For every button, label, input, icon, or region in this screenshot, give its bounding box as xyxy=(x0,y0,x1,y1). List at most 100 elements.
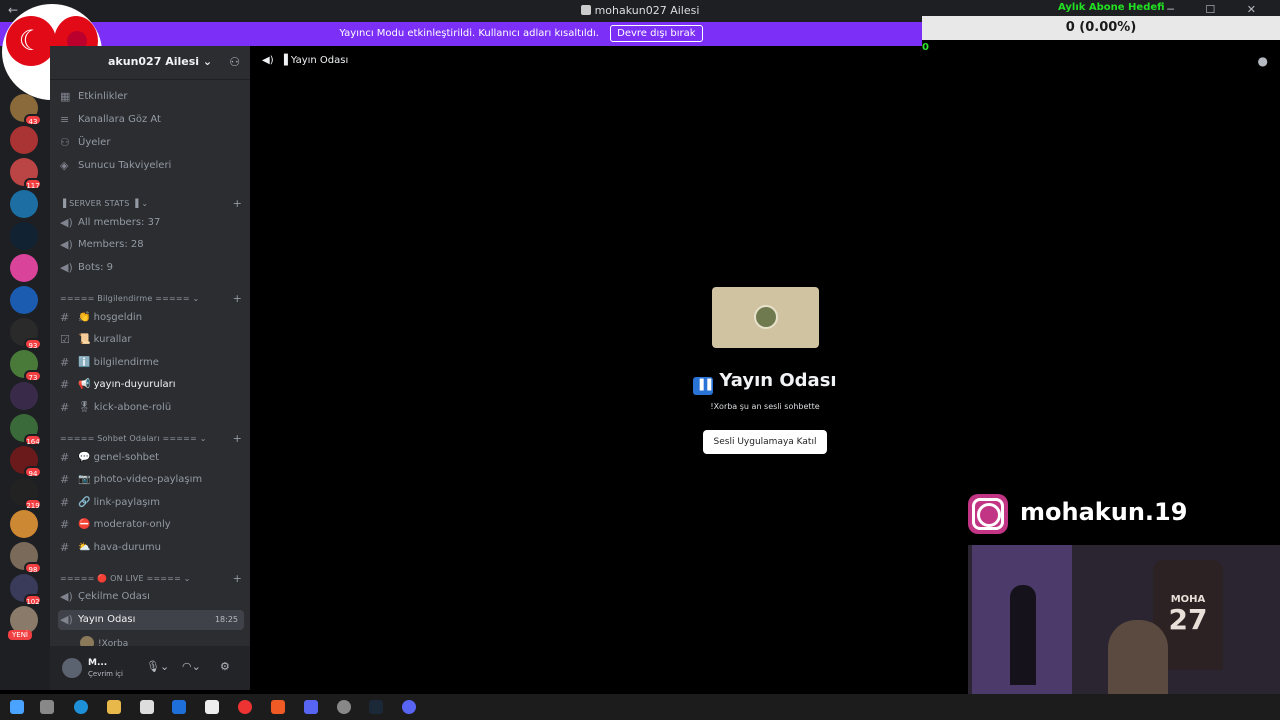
nav-members[interactable]: ⚇ Üyeler xyxy=(58,133,244,153)
task-view-icon[interactable] xyxy=(40,700,54,714)
server-icon[interactable] xyxy=(10,222,38,250)
server-icon[interactable]: 117 xyxy=(10,158,42,190)
mention-badge: 93 xyxy=(24,338,42,350)
channel-label: 📢 yayın-duyuruları xyxy=(78,379,176,390)
hashtag-icon: # xyxy=(60,496,70,509)
voice-channel-members[interactable]: ◀) Members: 28 xyxy=(58,235,244,255)
store-icon[interactable] xyxy=(140,700,154,714)
server-icon[interactable]: 94 xyxy=(10,446,42,478)
voice-channel-all-members[interactable]: ◀) All members: 37 xyxy=(58,213,244,233)
folder-icon[interactable] xyxy=(107,700,121,714)
speaker-icon: ◀) xyxy=(60,238,73,251)
text-channel-announcements[interactable]: # 📢 yayın-duyuruları xyxy=(58,375,244,395)
server-name-header[interactable]: akun027 Ailesi ⌄ ⚇ xyxy=(50,46,250,80)
text-channel-links[interactable]: # 🔗 link-paylaşım xyxy=(58,493,244,513)
server-icon[interactable] xyxy=(10,254,38,282)
mention-badge: 43 xyxy=(24,114,42,126)
jersey-number: 27 xyxy=(1168,603,1208,636)
nav-label: Sunucu Takviyeleri xyxy=(78,160,172,171)
server-icon[interactable] xyxy=(10,286,38,314)
discord-icon[interactable] xyxy=(304,700,318,714)
hashtag-icon: # xyxy=(60,311,70,324)
hashtag-icon: # xyxy=(60,473,70,486)
server-icon[interactable] xyxy=(10,382,38,410)
text-channel-general[interactable]: # 💬 genel-sohbet xyxy=(58,448,244,468)
avatar[interactable] xyxy=(62,658,82,678)
channel-label: 🔗 link-paylaşım xyxy=(78,497,160,508)
server-icon[interactable] xyxy=(10,126,38,154)
speaker-icon: ◀) xyxy=(60,613,73,626)
text-channel-moderators[interactable]: # ⛔ moderator-only xyxy=(58,515,244,535)
server-icon[interactable]: 43 xyxy=(10,94,42,126)
start-icon[interactable] xyxy=(10,700,24,714)
speaker-icon: ◀) xyxy=(262,55,274,66)
disable-streamer-mode-button[interactable]: Devre dışı bırak xyxy=(610,25,703,42)
add-channel-icon[interactable]: + xyxy=(233,572,242,585)
subscriber-goal-bar: 0 (0.00%) xyxy=(922,16,1280,40)
category-live[interactable]: ===== 🔴 ON LIVE ===== ⌄ + xyxy=(60,572,242,585)
mention-badge: 102 xyxy=(24,594,42,606)
text-channel-rules[interactable]: ☑ 📜 kurallar xyxy=(58,330,244,350)
text-channel-kick-role[interactable]: # 🎖 kick-abone-rolü xyxy=(58,398,244,418)
text-channel-welcome[interactable]: # 👏 hoşgeldin xyxy=(58,308,244,328)
subscriber-goal-title: Aylık Abone Hedefi xyxy=(1058,2,1165,13)
window-controls[interactable]: ─ ☐ ✕ xyxy=(1167,3,1270,16)
server-icon[interactable]: 102 xyxy=(10,574,42,606)
server-icon[interactable]: 164 xyxy=(10,414,42,446)
category-label: ===== Sohbet Odaları ===== xyxy=(60,434,197,443)
username: M... xyxy=(88,658,108,668)
headphones-icon[interactable]: ◠⌄ xyxy=(182,660,201,673)
add-channel-icon[interactable]: + xyxy=(233,432,242,445)
channel-label: ℹ️ bilgilendirme xyxy=(78,357,159,368)
server-icon[interactable] xyxy=(10,510,38,538)
mention-badge: 98 xyxy=(24,562,42,574)
browse-icon: ≡ xyxy=(60,113,70,126)
brave-icon[interactable] xyxy=(271,700,285,714)
nav-events[interactable]: ▦ Etkinlikler xyxy=(58,87,244,107)
server-icon[interactable]: 73 xyxy=(10,350,42,382)
join-voice-button[interactable]: Sesli Uygulamaya Katıl xyxy=(703,430,827,454)
channel-label: 🎖 kick-abone-rolü xyxy=(78,402,172,413)
edge-icon[interactable] xyxy=(74,700,88,714)
voice-channel-bots[interactable]: ◀) Bots: 9 xyxy=(58,258,244,278)
category-server-stats[interactable]: ▐ SERVER STATS ▐ ⌄ + xyxy=(60,197,242,210)
nav-browse-channels[interactable]: ≡ Kanallara Göz At xyxy=(58,110,244,130)
mail-icon[interactable] xyxy=(172,700,186,714)
server-icon[interactable] xyxy=(10,190,38,218)
category-label: SERVER STATS xyxy=(69,199,130,208)
notepad-icon[interactable] xyxy=(205,700,219,714)
settings-gear-icon[interactable]: ⚙ xyxy=(220,660,230,673)
channel-header: ◀) ▐ Yayın Odası ● xyxy=(250,46,1280,76)
channel-label: 💬 genel-sohbet xyxy=(78,452,160,463)
voice-channel-stream-room[interactable]: ◀) Yayın Odası 18:25 xyxy=(58,610,244,630)
category-info[interactable]: ===== Bilgilendirme ===== ⌄ + xyxy=(60,292,242,305)
mention-badge: 73 xyxy=(24,370,42,382)
taskbar xyxy=(0,694,1280,720)
server-icon[interactable]: 98 xyxy=(10,542,42,574)
text-channel-media[interactable]: # 📷 photo-video-paylaşım xyxy=(58,470,244,490)
instagram-overlay: mohakun.19 xyxy=(968,494,1280,534)
nav-server-boosts[interactable]: ◈ Sunucu Takviyeleri xyxy=(58,156,244,176)
server-icon[interactable]: 93 xyxy=(10,318,42,350)
server-favicon-icon xyxy=(580,5,591,15)
speaker-icon: ◀) xyxy=(60,216,73,229)
chat-bubble-icon[interactable]: ● xyxy=(1258,46,1268,76)
mention-badge: 164 xyxy=(24,434,42,446)
text-channel-info[interactable]: # ℹ️ bilgilendirme xyxy=(58,353,244,373)
server-icon[interactable]: 219 xyxy=(10,478,42,510)
category-chat[interactable]: ===== Sohbet Odaları ===== ⌄ + xyxy=(60,432,242,445)
server-rail: 43 117 93 73 164 94 219 98 102 YENİ xyxy=(0,46,50,690)
microphone-icon[interactable]: 🎙︎⌄ xyxy=(146,660,169,673)
text-channel-weather[interactable]: # ⛅ hava-durumu xyxy=(58,538,244,558)
participant-card[interactable] xyxy=(712,287,819,348)
add-channel-icon[interactable]: + xyxy=(233,197,242,210)
voice-channel-withdraw[interactable]: ◀) Çekilme Odası xyxy=(58,587,244,607)
steam-icon[interactable] xyxy=(369,700,383,714)
invite-icon[interactable]: ⚇ xyxy=(229,46,240,78)
streamer-mode-text: Yayıncı Modu etkinleştirildi. Kullanıcı … xyxy=(339,28,599,39)
add-channel-icon[interactable]: + xyxy=(233,292,242,305)
chrome-icon[interactable] xyxy=(238,700,252,714)
obs-icon[interactable] xyxy=(337,700,351,714)
app-icon[interactable] xyxy=(402,700,416,714)
channel-label: ⛅ hava-durumu xyxy=(78,542,161,553)
